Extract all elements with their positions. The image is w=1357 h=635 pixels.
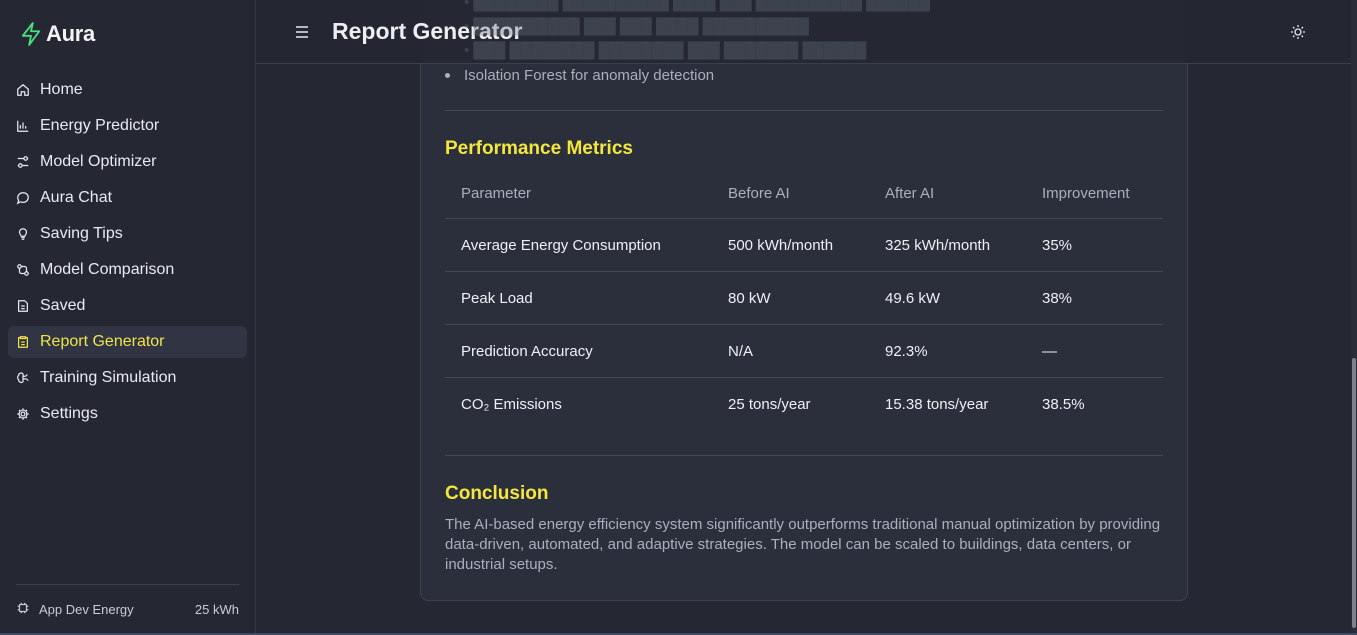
table-row: Average Energy Consumption 500 kWh/month… [445, 219, 1163, 272]
table-cell: 49.6 kW [885, 289, 941, 307]
brain-icon [16, 371, 30, 385]
conclusion-text: The AI-based energy efficiency system si… [445, 516, 1161, 573]
bar-chart-icon [16, 119, 30, 133]
sliders-icon [16, 155, 30, 169]
sidebar-item-label: Aura Chat [40, 189, 113, 206]
sidebar-item-label: Energy Predictor [40, 117, 160, 134]
table-row: CO₂ Emissions 25 tons/year 15.38 tons/ye… [445, 378, 1163, 431]
energy-footer-label: App Dev Energy [39, 602, 134, 617]
sidebar-item-saved[interactable]: Saved [8, 290, 247, 322]
sidebar-item-report-generator[interactable]: Report Generator [8, 326, 247, 358]
table-cell: N/A [728, 342, 754, 360]
table-cell: 325 kWh/month [885, 236, 991, 254]
lightning-icon [20, 21, 42, 47]
sidebar-item-label: Training Simulation [40, 369, 177, 386]
sidebar-item-label: Report Generator [40, 333, 165, 350]
table-cell: 80 kW [728, 289, 771, 307]
divider [445, 455, 1163, 456]
conclusion-heading: Conclusion [445, 483, 549, 504]
scrolled-bullet-faded: • ██████████ ███ ███ ████ ██████████ [464, 18, 809, 35]
bullet-dot [445, 73, 450, 78]
sidebar-item-label: Saved [40, 297, 86, 314]
table-row: Prediction Accuracy N/A 92.3% — [445, 325, 1163, 378]
table-cell: CO₂ Emissions [461, 396, 562, 413]
table-cell: 38.5% [1042, 396, 1085, 413]
gear-icon [16, 407, 30, 421]
sidebar-item-training-simulation[interactable]: Training Simulation [8, 362, 247, 394]
table-cell: 35% [1042, 236, 1073, 254]
table-cell: 500 kWh/month [728, 236, 834, 254]
home-icon [16, 83, 30, 97]
cpu-icon [16, 601, 30, 618]
table-cell: 15.38 tons/year [885, 396, 989, 413]
table-cell: 25 tons/year [728, 396, 811, 413]
sidebar: Aura Home Energy Predictor Model Optimiz… [0, 0, 256, 633]
scrolled-bullet-faded: • ████████ ██████████ ████ ███ █████████… [464, 0, 930, 11]
list-item: Isolation Forest for anomaly detection [445, 67, 714, 84]
sidebar-item-energy-predictor[interactable]: Energy Predictor [8, 110, 247, 142]
clipboard-icon [16, 335, 30, 349]
document-icon [16, 299, 30, 313]
bullet-text: Isolation Forest for anomaly detection [464, 67, 715, 84]
table-cell: 38% [1042, 289, 1073, 307]
sidebar-footer: App Dev Energy 25 kWh [16, 584, 239, 618]
table-cell: Peak Load [461, 289, 533, 307]
sidebar-item-model-optimizer[interactable]: Model Optimizer [8, 146, 247, 178]
sidebar-item-aura-chat[interactable]: Aura Chat [8, 182, 247, 214]
sidebar-item-saving-tips[interactable]: Saving Tips [8, 218, 247, 250]
scrollbar-thumb[interactable] [1352, 358, 1356, 628]
table-row: Peak Load 80 kW 49.6 kW 38% [445, 272, 1163, 325]
sidebar-item-label: Home [40, 81, 83, 98]
brand[interactable]: Aura [20, 20, 95, 48]
sun-icon[interactable] [1290, 24, 1306, 40]
sidebar-item-model-comparison[interactable]: Model Comparison [8, 254, 247, 286]
sidebar-item-settings[interactable]: Settings [8, 398, 247, 430]
column-header: Before AI [728, 185, 790, 202]
sidebar-nav: Home Energy Predictor Model Optimizer Au… [8, 74, 247, 434]
brand-name: Aura [46, 21, 95, 46]
sidebar-item-label: Saving Tips [40, 225, 123, 242]
table-cell: — [1042, 342, 1057, 360]
table-header-row: Parameter Before AI After AI Improvement [445, 169, 1163, 219]
performance-metrics-heading: Performance Metrics [445, 138, 633, 159]
table-cell: Prediction Accuracy [461, 342, 593, 360]
chat-bubble-icon [16, 191, 30, 205]
column-header: Improvement [1042, 185, 1130, 202]
table-cell: 92.3% [885, 342, 928, 360]
column-header: After AI [885, 185, 935, 202]
energy-footer-value: 25 kWh [194, 602, 239, 617]
scrolled-bullet-faded: • ███ ████████ ████████ ███ ███████ ████… [464, 42, 867, 59]
compare-icon [16, 263, 30, 277]
sidebar-item-home[interactable]: Home [8, 74, 247, 106]
divider [445, 110, 1163, 111]
column-header: Parameter [461, 185, 532, 202]
sidebar-item-label: Settings [40, 405, 98, 422]
sidebar-item-label: Model Optimizer [40, 153, 157, 170]
metrics-table: Parameter Before AI After AI Improvement… [445, 169, 1163, 431]
lightbulb-icon [16, 227, 30, 241]
sidebar-item-label: Model Comparison [40, 261, 175, 278]
table-cell: Average Energy Consumption [461, 236, 661, 254]
hamburger-icon[interactable] [294, 23, 310, 41]
